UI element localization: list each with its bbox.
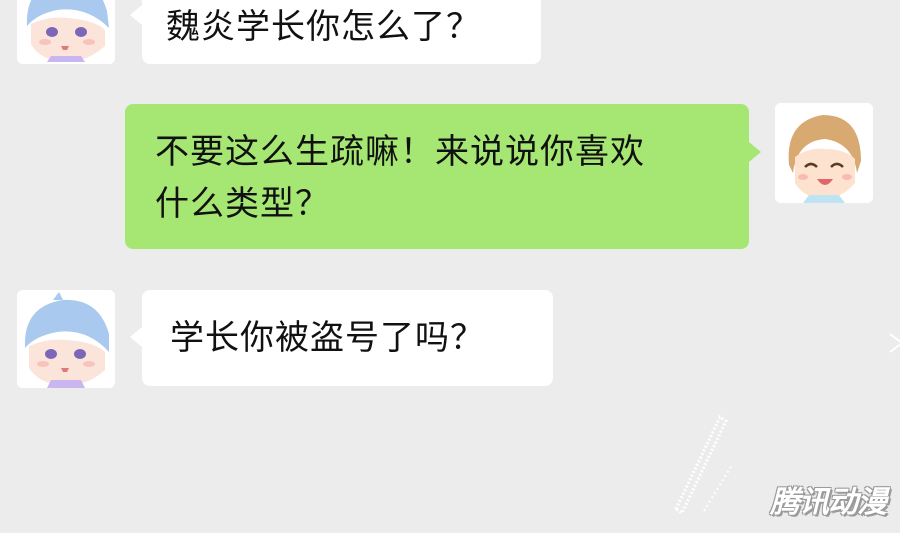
watermark-logo: 腾讯动漫 [770,485,887,520]
message-text-line-2: 什么类型？ [155,184,330,224]
bubble-tail [130,5,142,25]
message-bubble-incoming-2[interactable]: 学长你被盗号了吗？ [142,290,553,386]
message-bubble-incoming-1[interactable]: 魏炎学长你怎么了？ [142,0,541,64]
avatar-blue-hair-2[interactable] [17,290,115,388]
blue-hair-boy-icon [17,290,115,388]
bubble-tail [749,142,761,162]
blue-hair-boy-icon [17,0,115,64]
bubble-tail [130,327,142,347]
avatar-blue-hair-1[interactable] [17,0,115,64]
message-text: 魏炎学长你怎么了？ [166,7,481,47]
chat-window: 魏炎学长你怎么了？ 不要这么生疏嘛！来说说你喜欢 什么类型？ 学长你被盗号了吗？… [0,0,900,533]
message-bubble-outgoing[interactable]: 不要这么生疏嘛！来说说你喜欢 什么类型？ [125,104,749,249]
edge-mark-icon [889,333,900,353]
avatar-brown-hair[interactable] [775,103,873,203]
brown-hair-boy-icon [775,103,873,203]
decorative-scribble-icon [674,414,733,515]
message-text: 学长你被盗号了吗？ [170,318,485,358]
message-text-line-1: 不要这么生疏嘛！来说说你喜欢 [155,132,645,172]
